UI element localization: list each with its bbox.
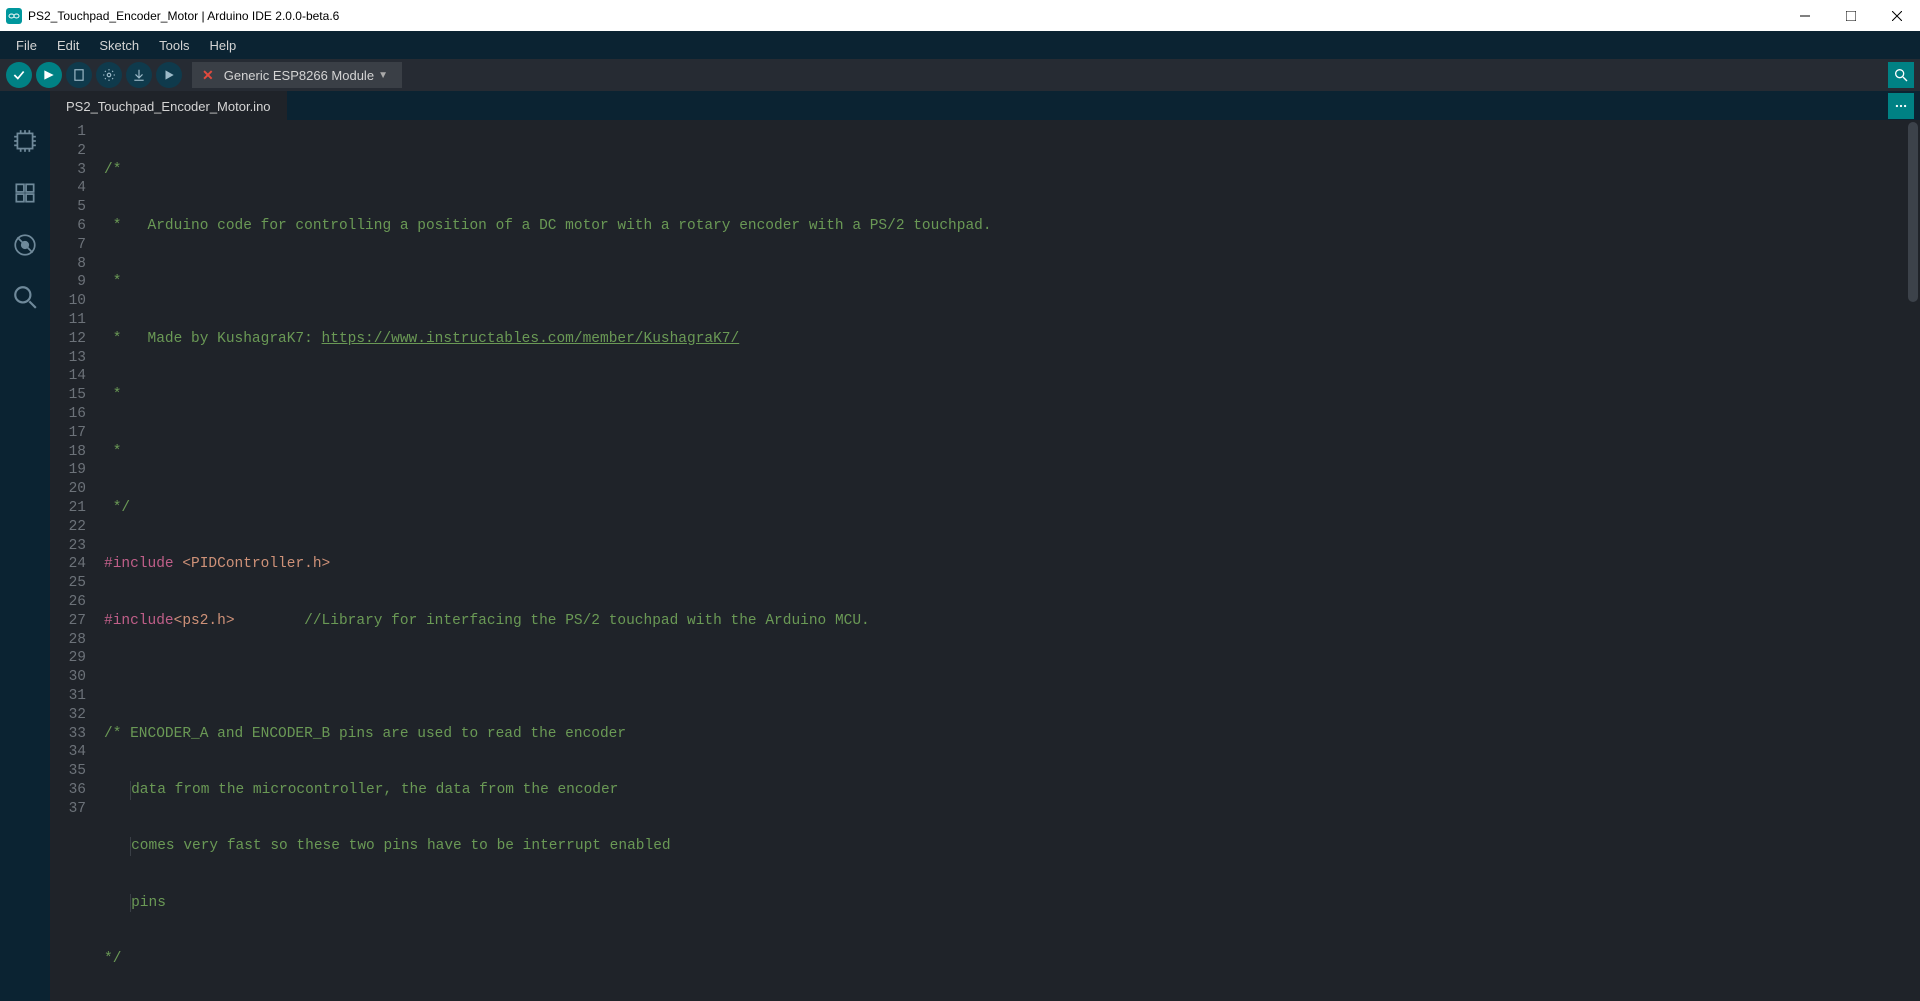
toolbar: ✕ Generic ESP8266 Module ▼ <box>0 59 1920 91</box>
menu-tools[interactable]: Tools <box>149 34 199 57</box>
window-controls <box>1782 0 1920 31</box>
code-content: /* * Arduino code for controlling a posi… <box>104 123 1920 1001</box>
verify-button[interactable] <box>6 62 32 88</box>
save-button[interactable] <box>126 62 152 88</box>
new-sketch-button[interactable] <box>66 62 92 88</box>
tab-label: PS2_Touchpad_Encoder_Motor.ino <box>66 99 271 114</box>
debug-button[interactable] <box>156 62 182 88</box>
scrollbar-thumb[interactable] <box>1908 122 1918 302</box>
boards-manager-icon[interactable] <box>10 126 40 156</box>
menu-edit[interactable]: Edit <box>47 34 89 57</box>
debug-icon[interactable] <box>10 230 40 260</box>
upload-button[interactable] <box>36 62 62 88</box>
editor-tabs: PS2_Touchpad_Encoder_Motor.ino <box>0 91 1920 120</box>
serial-plotter-button[interactable] <box>1888 62 1914 88</box>
open-sketch-button[interactable] <box>96 62 122 88</box>
window-titlebar: PS2_Touchpad_Encoder_Motor | Arduino IDE… <box>0 0 1920 31</box>
main-area: 1234567891011121314151617181920212223242… <box>0 120 1920 1001</box>
menu-file[interactable]: File <box>6 34 47 57</box>
editor-scrollbar[interactable] <box>1906 120 1920 1001</box>
minimize-button[interactable] <box>1782 0 1828 31</box>
close-button[interactable] <box>1874 0 1920 31</box>
board-name: Generic ESP8266 Module <box>224 68 374 83</box>
window-title: PS2_Touchpad_Encoder_Motor | Arduino IDE… <box>28 9 339 23</box>
menu-sketch[interactable]: Sketch <box>89 34 149 57</box>
board-selector[interactable]: ✕ Generic ESP8266 Module ▼ <box>192 62 402 88</box>
activity-bar <box>0 120 50 1001</box>
tab-menu-button[interactable] <box>1888 93 1914 119</box>
code-editor[interactable]: 1234567891011121314151617181920212223242… <box>50 120 1920 1001</box>
search-icon[interactable] <box>10 282 40 312</box>
maximize-button[interactable] <box>1828 0 1874 31</box>
tab-active[interactable]: PS2_Touchpad_Encoder_Motor.ino <box>50 91 287 120</box>
menu-help[interactable]: Help <box>199 34 246 57</box>
chevron-down-icon: ▼ <box>378 70 388 81</box>
line-number-gutter: 1234567891011121314151617181920212223242… <box>50 123 104 1001</box>
menu-bar: File Edit Sketch Tools Help <box>0 31 1920 59</box>
board-disconnected-icon: ✕ <box>202 67 214 84</box>
library-manager-icon[interactable] <box>10 178 40 208</box>
app-logo <box>6 8 22 24</box>
